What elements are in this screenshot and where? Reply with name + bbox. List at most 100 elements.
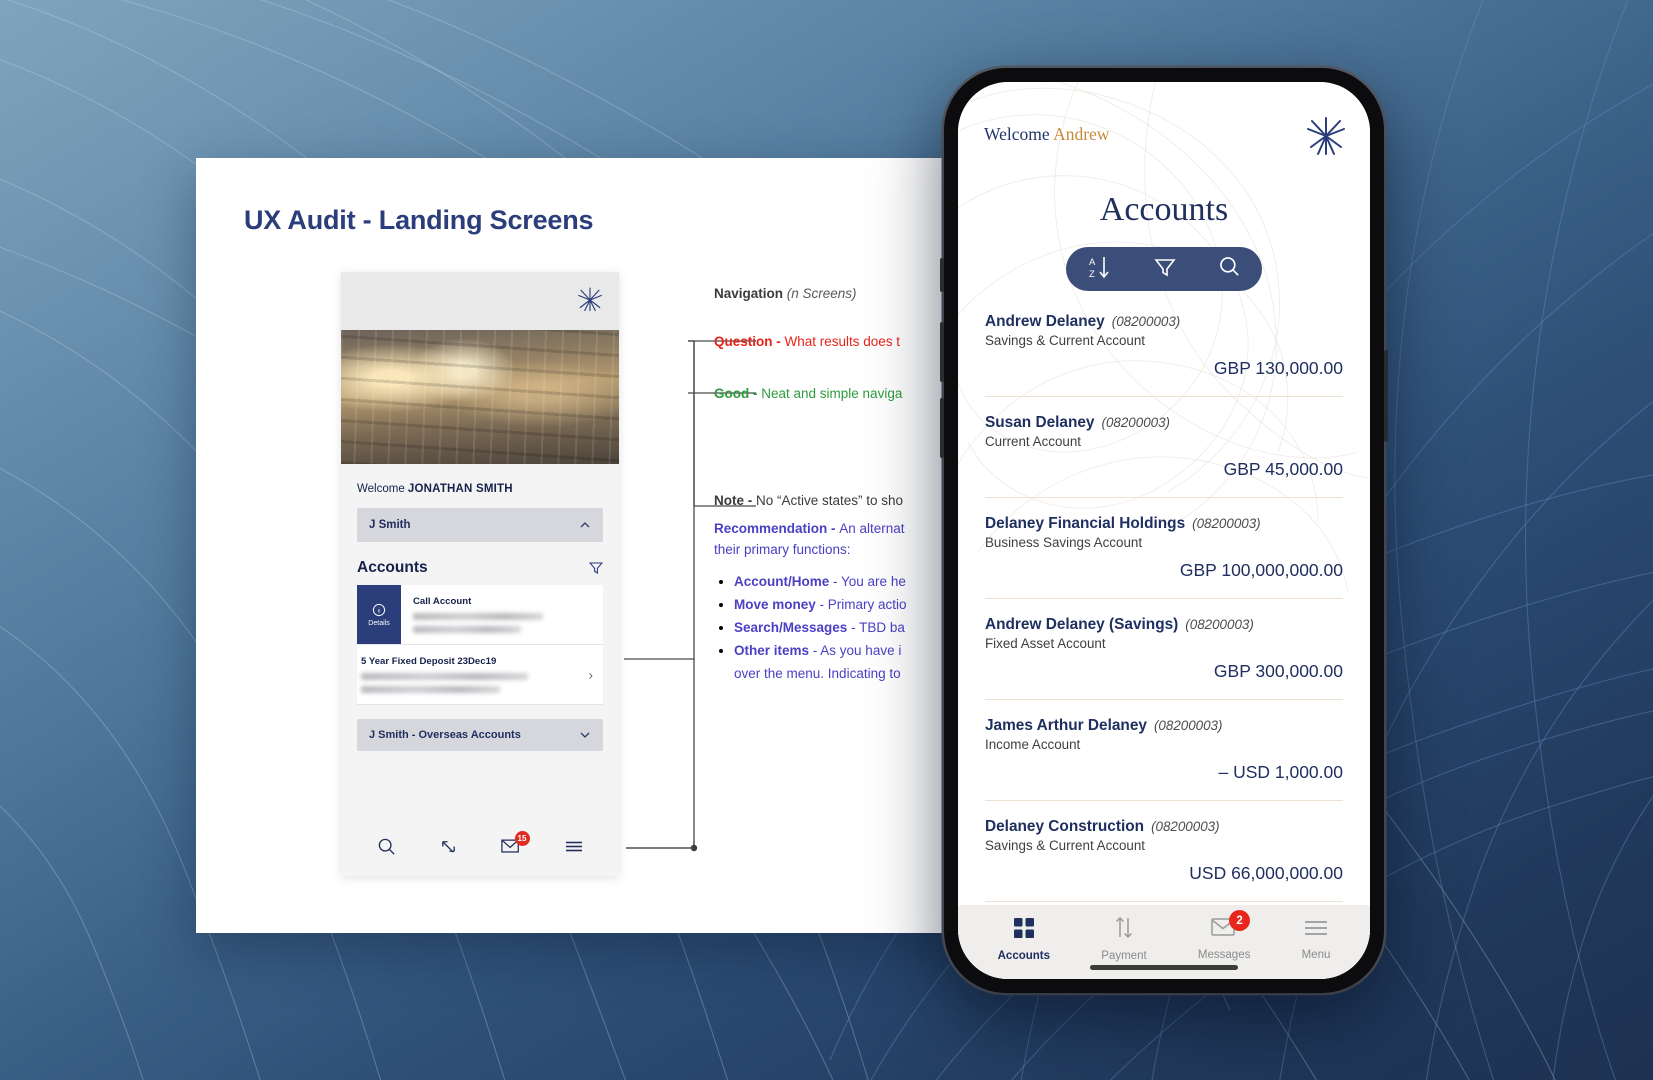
phone-volume-up-button[interactable] — [940, 322, 944, 382]
annotation-good-text: Neat and simple naviga — [761, 386, 903, 401]
envelope-icon: 2 — [1211, 910, 1251, 943]
screenshot-canvas: UX Audit - Landing Screens Navigation (n… — [0, 0, 1653, 1080]
table-row[interactable]: 5 Year Fixed Deposit 23Dec19 › — [357, 645, 603, 705]
account-type: Business Savings Account — [985, 535, 1143, 550]
home-indicator — [1090, 965, 1238, 970]
account-type: Savings & Current Account — [985, 838, 1146, 853]
accounts-list[interactable]: Andrew Delaney (08200003) Savings & Curr… — [958, 291, 1370, 905]
list-item[interactable]: Andrew Delaney (08200003) Savings & Curr… — [985, 313, 1343, 397]
account-name: Delaney Financial Holdings — [985, 515, 1186, 532]
tab-payment[interactable]: Payment — [1101, 916, 1147, 962]
tab-messages[interactable]: 2 Messages — [1198, 910, 1251, 961]
page-title: Accounts — [1099, 191, 1229, 228]
svg-text:Z: Z — [1089, 269, 1095, 280]
list-item[interactable]: Susan Delaney (08200003) Current Account… — [985, 414, 1343, 498]
account-name: Andrew Delaney — [985, 313, 1105, 330]
messages-badge: 2 — [1229, 910, 1251, 931]
tab-accounts[interactable]: Accounts — [998, 917, 1050, 962]
annotation-question-text: What results does t — [784, 334, 901, 349]
mockup-account-balance-redacted — [413, 626, 521, 633]
mockup-body: Welcome JONATHAN SMITH J Smith Accounts … — [341, 464, 619, 751]
mockup-welcome-prefix: Welcome — [357, 483, 405, 495]
mockup-overseas-select[interactable]: J Smith - Overseas Accounts — [357, 719, 603, 751]
hamburger-menu-icon — [1303, 918, 1329, 943]
bullet-label: Search/Messages — [734, 619, 848, 635]
mockup-details-label: Details — [368, 619, 390, 627]
phone-screen: Welcome Andrew Accounts A Z Andrew Delan… — [958, 82, 1370, 979]
chevron-up-icon — [580, 522, 590, 528]
mockup-account-number-redacted — [413, 613, 543, 620]
annotation-navigation: Navigation (n Screens) — [714, 284, 857, 305]
mockup-hero-image — [341, 330, 619, 464]
welcome-prefix: Welcome — [984, 124, 1050, 144]
mockup-welcome: Welcome JONATHAN SMITH — [357, 464, 603, 508]
chevron-down-icon — [580, 732, 590, 738]
bullet-label: Other items — [734, 642, 810, 658]
grid-icon — [1013, 917, 1035, 944]
starburst-logo-icon — [578, 287, 602, 312]
tablet-mockup: Welcome JONATHAN SMITH J Smith Accounts … — [341, 272, 619, 876]
account-number: (08200003) — [1101, 415, 1171, 430]
info-icon — [372, 603, 386, 616]
tab-label: Payment — [1101, 950, 1147, 962]
page-title: UX Audit - Landing Screens — [244, 205, 594, 235]
bullet-label: Move money — [734, 596, 816, 612]
transfer-icon[interactable] — [439, 837, 458, 861]
annotation-question-label: Question - — [714, 334, 785, 349]
account-type: Income Account — [985, 737, 1081, 752]
chevron-right-icon: › — [588, 667, 593, 682]
mockup-tabbar: 15 — [341, 822, 619, 876]
account-name: James Arthur Delaney — [985, 717, 1147, 734]
account-balance: – USD 1,000.00 — [1218, 762, 1343, 782]
account-name: Delaney Construction — [985, 818, 1145, 835]
bullet-text: - TBD ba — [847, 619, 905, 635]
list-item[interactable]: James Arthur Delaney (08200003) Income A… — [985, 717, 1343, 801]
annotation-navigation-sub: (n Screens) — [786, 286, 857, 301]
sort-az-icon[interactable]: A Z — [1087, 254, 1113, 285]
phone-volume-down-button[interactable] — [940, 398, 944, 458]
filter-icon[interactable] — [589, 561, 603, 575]
annotation-note-label: Note - — [714, 493, 756, 508]
welcome-user-name: Andrew — [1053, 124, 1110, 144]
mockup-account-number-redacted — [361, 673, 529, 680]
mockup-details-button[interactable]: Details — [357, 585, 401, 644]
account-balance: GBP 100,000,000.00 — [1179, 560, 1343, 580]
list-item[interactable]: Delaney Construction (08200003) Savings … — [985, 818, 1343, 902]
mail-icon[interactable]: 15 — [500, 831, 530, 861]
annotation-navigation-heading: Navigation — [714, 286, 784, 301]
bullet-label: Account/Home — [734, 573, 830, 589]
account-number: (08200003) — [1153, 718, 1223, 733]
account-type: Fixed Asset Account — [985, 636, 1106, 651]
table-row[interactable]: Details Call Account — [357, 585, 603, 645]
mockup-account-name: 5 Year Fixed Deposit 23Dec19 — [361, 656, 497, 667]
mockup-account-row-body: 5 Year Fixed Deposit 23Dec19 › — [357, 645, 603, 704]
search-icon[interactable] — [1218, 255, 1241, 283]
account-number: (08200003) — [1151, 819, 1220, 834]
mockup-profile-select[interactable]: J Smith — [357, 508, 603, 542]
list-item[interactable]: Andrew Delaney (Savings) (08200003) Fixe… — [985, 616, 1343, 700]
annotation-recommendation-label: Recommendation - — [714, 521, 840, 536]
list-item[interactable]: Delaney Financial Holdings (08200003) Bu… — [985, 515, 1343, 599]
accounts-toolbar: A Z — [1066, 247, 1262, 291]
account-type: Savings & Current Account — [985, 333, 1146, 348]
account-name: Susan Delaney — [985, 414, 1095, 431]
mockup-account-balance-redacted — [361, 686, 501, 693]
annotation-recommendation-text: An alternat — [839, 521, 905, 536]
phone-mute-button[interactable] — [940, 258, 944, 292]
tab-menu[interactable]: Menu — [1302, 918, 1330, 961]
mockup-accounts-heading: Accounts — [357, 559, 428, 576]
phone-power-button[interactable] — [1384, 350, 1388, 442]
hamburger-menu-icon[interactable] — [564, 837, 584, 861]
search-icon[interactable] — [377, 837, 396, 861]
filter-icon[interactable] — [1154, 256, 1177, 283]
mockup-overseas-select-label: J Smith - Overseas Accounts — [369, 729, 521, 741]
mockup-account-row-body: Call Account — [401, 585, 603, 644]
mockup-welcome-name: JONATHAN SMITH — [407, 483, 513, 495]
mockup-accounts-header: Accounts — [357, 542, 603, 585]
mockup-mail-badge: 15 — [514, 831, 530, 846]
mockup-profile-select-label: J Smith — [369, 519, 411, 531]
bullet-text: - As you have i — [809, 642, 902, 658]
mockup-account-name: Call Account — [413, 596, 472, 607]
app-header: Welcome Andrew Accounts A Z — [958, 82, 1370, 291]
slide-card: UX Audit - Landing Screens Navigation (n… — [196, 158, 1054, 933]
